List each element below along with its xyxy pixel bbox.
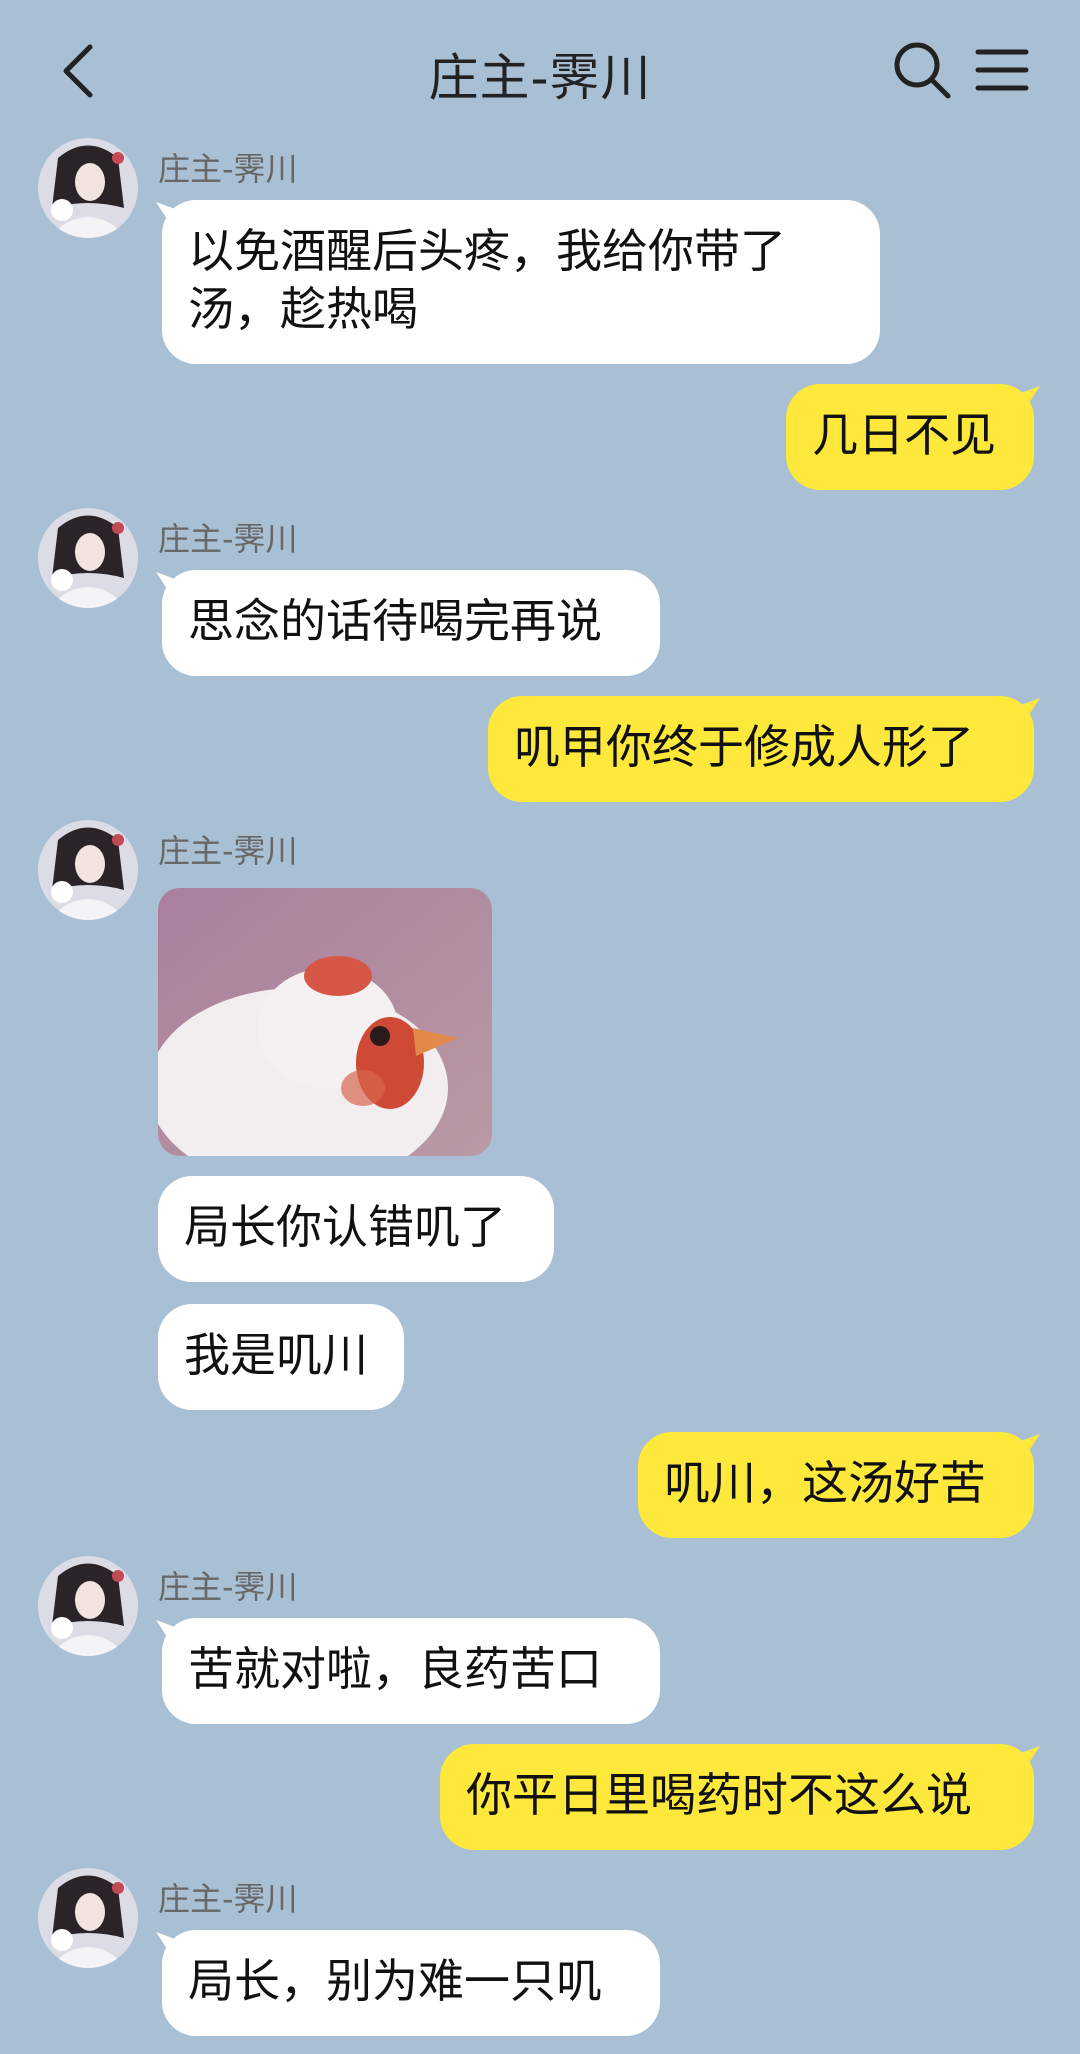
message-bubble-outgoing[interactable]: 叽甲你终于修成人形了: [488, 696, 1034, 802]
sender-name: 庄主-霁川: [158, 520, 298, 558]
message-bubble-incoming[interactable]: 苦就对啦，良药苦口: [162, 1618, 660, 1724]
avatar[interactable]: [38, 1868, 138, 1968]
sender-name: 庄主-霁川: [158, 832, 298, 870]
message-bubble-incoming[interactable]: 我是叽川: [158, 1304, 404, 1410]
sender-name: 庄主-霁川: [158, 150, 298, 188]
avatar[interactable]: [38, 508, 138, 608]
avatar[interactable]: [38, 1556, 138, 1656]
sender-name: 庄主-霁川: [158, 1568, 298, 1606]
chicken-sticker[interactable]: [158, 888, 492, 1156]
message-bubble-incoming[interactable]: 局长，别为难一只叽: [162, 1930, 660, 2036]
search-icon: [894, 42, 951, 99]
message-bubble-outgoing[interactable]: 几日不见: [786, 384, 1034, 490]
menu-button[interactable]: [972, 40, 1032, 100]
avatar[interactable]: [38, 138, 138, 238]
search-button[interactable]: [890, 38, 954, 102]
hamburger-menu-icon: [975, 49, 1029, 91]
message-bubble-outgoing[interactable]: 你平日里喝药时不这么说: [440, 1744, 1034, 1850]
message-bubble-incoming[interactable]: 思念的话待喝完再说: [162, 570, 660, 676]
message-bubble-incoming[interactable]: 局长你认错叽了: [158, 1176, 554, 1282]
message-bubble-incoming[interactable]: 以免酒醒后头疼，我给你带了汤，趁热喝: [162, 200, 880, 364]
chat-header: 庄主-霁川: [0, 0, 1080, 140]
sender-name: 庄主-霁川: [158, 1880, 298, 1918]
message-bubble-outgoing[interactable]: 叽川，这汤好苦: [638, 1432, 1034, 1538]
avatar[interactable]: [38, 820, 138, 920]
